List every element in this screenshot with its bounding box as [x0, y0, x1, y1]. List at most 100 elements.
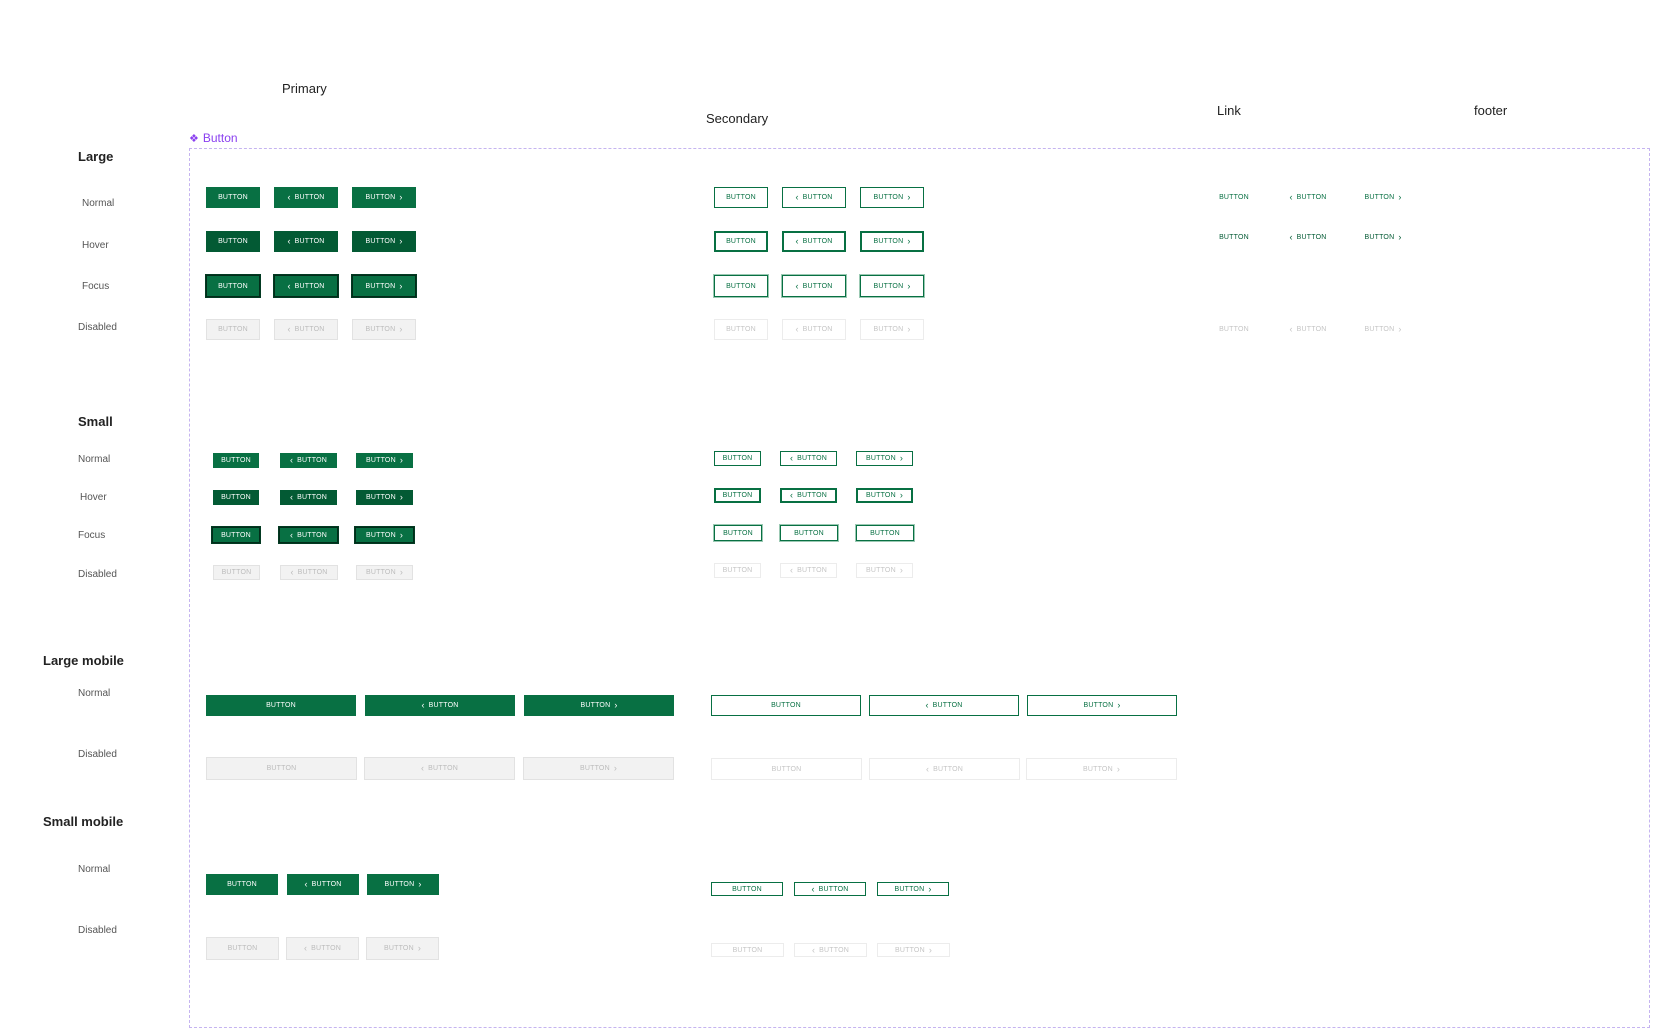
secondary-large-mobile-disabled-button-icon-left[interactable]: ‹ BUTTON	[869, 758, 1020, 780]
primary-large-focus-button-icon-right[interactable]: BUTTON ›	[352, 275, 416, 297]
secondary-small-mobile-normal-button[interactable]: BUTTON	[711, 882, 783, 896]
primary-large-focus-button[interactable]: BUTTON	[206, 275, 260, 297]
chevron-left-icon: ‹	[795, 192, 799, 202]
primary-large-mobile-normal-button[interactable]: BUTTON	[206, 695, 356, 716]
secondary-small-hover-button[interactable]: BUTTON	[714, 488, 761, 503]
primary-small-normal-button[interactable]: BUTTON	[213, 453, 259, 468]
primary-large-mobile-normal-button-icon-right[interactable]: BUTTON ›	[524, 695, 674, 716]
secondary-large-disabled-button[interactable]: BUTTON	[714, 319, 768, 340]
secondary-large-hover-button-icon-left[interactable]: ‹ BUTTON	[782, 231, 846, 252]
primary-small-focus-button[interactable]: BUTTON	[212, 527, 260, 543]
primary-large-normal-button-icon-right[interactable]: BUTTON ›	[352, 187, 416, 208]
link-large-normal-button-icon-left[interactable]: ‹ BUTTON	[1283, 190, 1333, 204]
chevron-left-icon: ‹	[789, 565, 794, 575]
primary-small-focus-button-icon-left[interactable]: ‹ BUTTON	[279, 527, 338, 543]
chevron-left-icon: ‹	[1289, 191, 1293, 202]
secondary-large-normal-button-icon-right[interactable]: BUTTON ›	[860, 187, 924, 208]
secondary-small-mobile-normal-button-icon-right[interactable]: BUTTON ›	[877, 882, 949, 896]
secondary-small-mobile-disabled-button-icon-left[interactable]: ‹ BUTTON	[794, 943, 867, 957]
link-large-hover-button-icon-right[interactable]: BUTTON ›	[1358, 230, 1408, 244]
secondary-small-mobile-disabled-button[interactable]: BUTTON	[711, 943, 784, 957]
secondary-large-mobile-disabled-button[interactable]: BUTTON	[711, 758, 862, 780]
primary-large-disabled-button-icon-right[interactable]: BUTTON ›	[352, 319, 416, 340]
link-large-hover-button[interactable]: BUTTON	[1214, 230, 1254, 244]
secondary-large-mobile-normal-button-icon-right[interactable]: BUTTON ›	[1027, 695, 1177, 716]
chevron-left-icon: ‹	[789, 490, 794, 500]
primary-small-mobile-disabled-button-icon-right[interactable]: BUTTON ›	[366, 937, 439, 960]
chevron-left-icon: ‹	[789, 453, 794, 463]
chevron-right-icon: ›	[928, 883, 932, 894]
secondary-large-focus-button-icon-left[interactable]: ‹ BUTTON	[782, 275, 846, 297]
link-large-normal-button[interactable]: BUTTON	[1214, 190, 1254, 204]
primary-small-mobile-normal-button-icon-left[interactable]: ‹ BUTTON	[287, 874, 359, 895]
state-label-large-mobile-disabled: Disabled	[78, 749, 117, 760]
primary-large-mobile-normal-button-icon-left[interactable]: ‹ BUTTON	[365, 695, 515, 716]
secondary-small-mobile-disabled-button-icon-right[interactable]: BUTTON ›	[877, 943, 950, 957]
secondary-large-hover-button[interactable]: BUTTON	[714, 231, 768, 252]
secondary-small-hover-button-icon-right[interactable]: BUTTON ›	[856, 488, 913, 503]
chevron-left-icon: ‹	[287, 324, 291, 334]
secondary-large-disabled-button-icon-right[interactable]: BUTTON ›	[860, 319, 924, 340]
chevron-left-icon: ‹	[925, 763, 930, 774]
component-icon: ❖	[189, 132, 199, 145]
secondary-large-mobile-disabled-button-icon-right[interactable]: BUTTON ›	[1026, 758, 1177, 780]
primary-small-hover-button-icon-left[interactable]: ‹ BUTTON	[280, 490, 337, 505]
link-large-disabled-button-icon-left[interactable]: ‹ BUTTON	[1283, 322, 1333, 336]
primary-small-disabled-button-icon-right[interactable]: BUTTON ›	[356, 565, 413, 580]
primary-large-hover-button-icon-left[interactable]: ‹ BUTTON	[274, 231, 338, 252]
primary-large-hover-button-icon-right[interactable]: BUTTON ›	[352, 231, 416, 252]
primary-small-disabled-button-icon-left[interactable]: ‹ BUTTON	[280, 565, 338, 580]
chevron-left-icon: ‹	[303, 943, 308, 953]
primary-small-normal-button-icon-left[interactable]: ‹ BUTTON	[280, 453, 337, 468]
primary-small-mobile-normal-button[interactable]: BUTTON	[206, 874, 278, 895]
secondary-small-hover-button-icon-left[interactable]: ‹ BUTTON	[780, 488, 837, 503]
secondary-large-focus-button[interactable]: BUTTON	[714, 275, 768, 297]
frame-label[interactable]: ❖ Button	[189, 131, 238, 145]
secondary-large-normal-button-icon-left[interactable]: ‹ BUTTON	[782, 187, 846, 208]
primary-large-mobile-disabled-button-icon-right[interactable]: BUTTON ›	[523, 757, 674, 780]
primary-small-hover-button[interactable]: BUTTON	[213, 490, 259, 505]
secondary-large-focus-button-icon-right[interactable]: BUTTON ›	[860, 275, 924, 297]
secondary-small-mobile-normal-button-icon-left[interactable]: ‹ BUTTON	[794, 882, 866, 896]
secondary-large-disabled-button-icon-left[interactable]: ‹ BUTTON	[782, 319, 846, 340]
link-large-normal-button-icon-right[interactable]: BUTTON ›	[1358, 190, 1408, 204]
secondary-large-mobile-normal-button-icon-left[interactable]: ‹ BUTTON	[869, 695, 1019, 716]
chevron-left-icon: ‹	[420, 763, 425, 773]
primary-small-mobile-disabled-button-icon-left[interactable]: ‹ BUTTON	[286, 937, 359, 960]
secondary-small-disabled-button-icon-right[interactable]: BUTTON ›	[856, 563, 913, 578]
primary-large-focus-button-icon-left[interactable]: ‹ BUTTON	[274, 275, 338, 297]
link-large-disabled-button[interactable]: BUTTON	[1214, 322, 1254, 336]
chevron-right-icon: ›	[614, 700, 618, 710]
primary-small-disabled-button[interactable]: BUTTON	[213, 565, 260, 580]
chevron-right-icon: ›	[399, 455, 404, 465]
primary-large-mobile-disabled-button[interactable]: BUTTON	[206, 757, 357, 780]
primary-large-mobile-disabled-button-icon-left[interactable]: ‹ BUTTON	[364, 757, 515, 780]
secondary-large-normal-button[interactable]: BUTTON	[714, 187, 768, 208]
secondary-small-disabled-button-icon-left[interactable]: ‹ BUTTON	[780, 563, 837, 578]
link-large-disabled-button-icon-right[interactable]: BUTTON ›	[1358, 322, 1408, 336]
secondary-large-mobile-normal-button[interactable]: BUTTON	[711, 695, 861, 716]
primary-small-mobile-normal-button-icon-right[interactable]: BUTTON ›	[367, 874, 439, 895]
secondary-small-normal-button-icon-right[interactable]: BUTTON ›	[856, 451, 913, 466]
secondary-small-disabled-button[interactable]: BUTTON	[714, 563, 761, 578]
secondary-small-normal-button-icon-left[interactable]: ‹ BUTTON	[780, 451, 837, 466]
secondary-small-focus-button-alt-2[interactable]: BUTTON	[856, 525, 914, 541]
primary-large-hover-button[interactable]: BUTTON	[206, 231, 260, 252]
primary-large-disabled-button-icon-left[interactable]: ‹ BUTTON	[274, 319, 338, 340]
primary-small-mobile-disabled-button[interactable]: BUTTON	[206, 937, 279, 960]
chevron-left-icon: ‹	[925, 700, 929, 710]
state-label-small-hover: Hover	[80, 492, 107, 503]
primary-small-focus-button-icon-right[interactable]: BUTTON ›	[355, 527, 414, 543]
secondary-small-normal-button[interactable]: BUTTON	[714, 451, 761, 466]
primary-large-normal-button[interactable]: BUTTON	[206, 187, 260, 208]
primary-small-hover-button-icon-right[interactable]: BUTTON ›	[356, 490, 413, 505]
secondary-small-focus-button-alt[interactable]: BUTTON	[780, 525, 838, 541]
link-large-hover-button-icon-left[interactable]: ‹ BUTTON	[1283, 230, 1333, 244]
secondary-small-focus-button[interactable]: BUTTON	[714, 525, 762, 541]
secondary-large-hover-button-icon-right[interactable]: BUTTON ›	[860, 231, 924, 252]
chevron-right-icon: ›	[1117, 700, 1121, 710]
primary-large-normal-button-icon-left[interactable]: ‹ BUTTON	[274, 187, 338, 208]
primary-small-normal-button-icon-right[interactable]: BUTTON ›	[356, 453, 413, 468]
chevron-right-icon: ›	[928, 944, 933, 955]
primary-large-disabled-button[interactable]: BUTTON	[206, 319, 260, 340]
